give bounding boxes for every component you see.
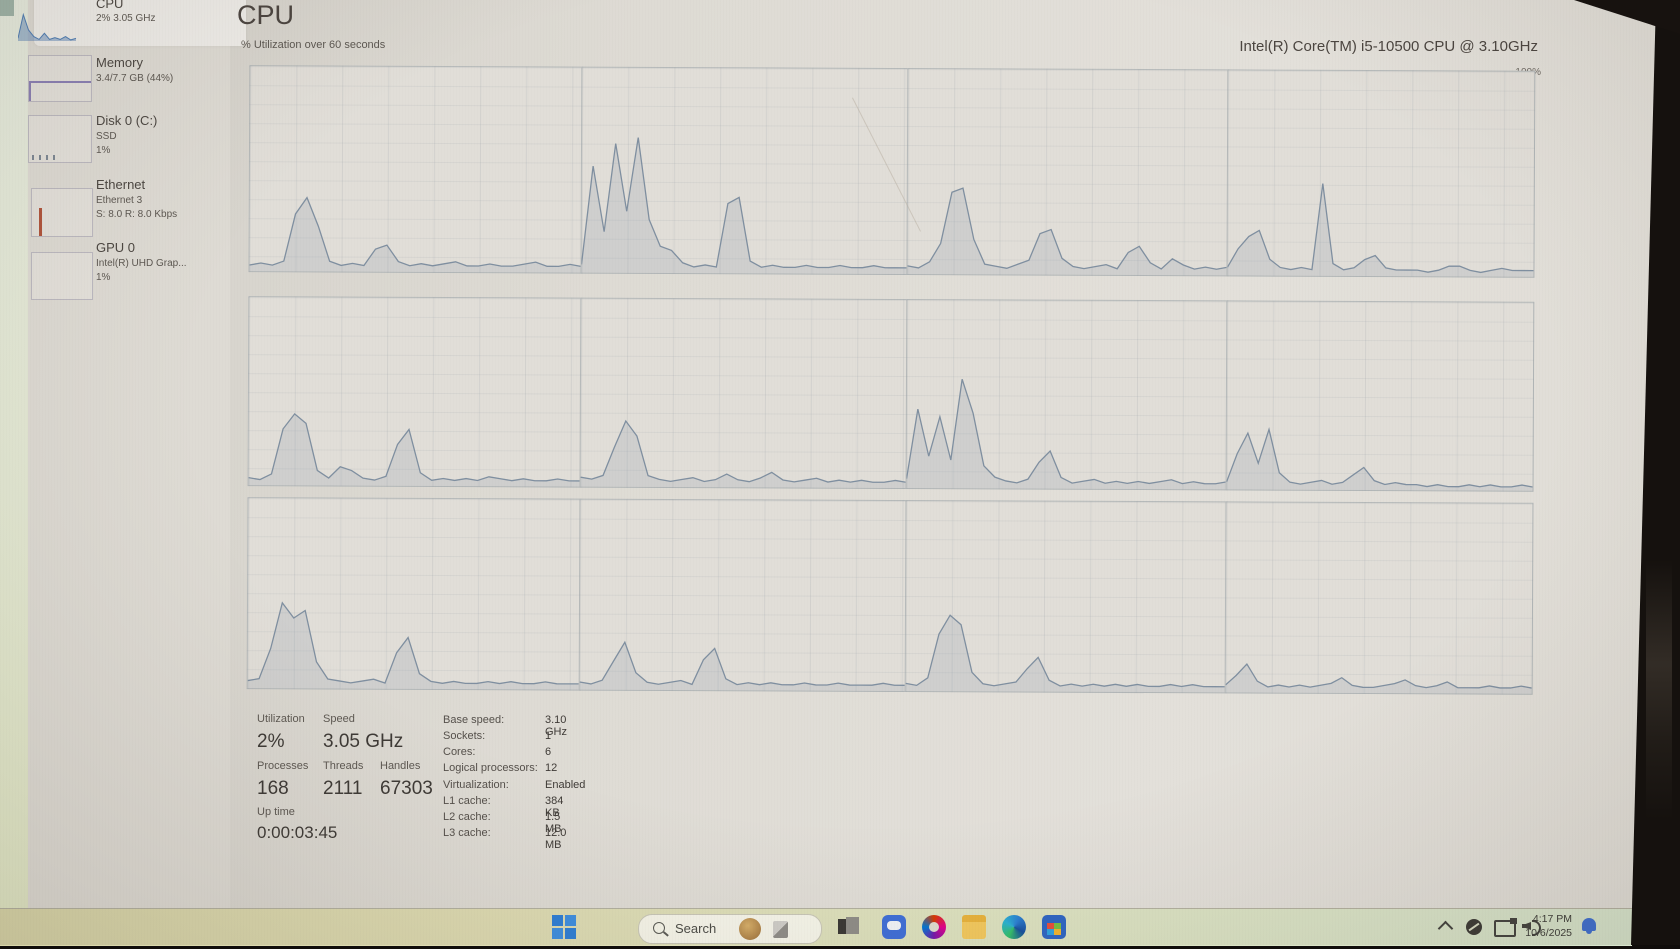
processes-value: 168 xyxy=(257,778,289,800)
stat-label: Virtualization: xyxy=(443,779,543,791)
stat-label: Logical processors: xyxy=(443,762,543,774)
handles-value: 67303 xyxy=(380,778,433,800)
stat-value: 6 xyxy=(545,746,551,758)
cpu-core-chart xyxy=(905,500,1228,693)
utilization-label: Utilization xyxy=(257,713,305,725)
stat-label: L2 cache: xyxy=(443,811,543,823)
microsoft-365-icon[interactable] xyxy=(922,915,946,939)
stat-value: Enabled xyxy=(545,779,585,791)
cpu-core-chart xyxy=(248,65,583,273)
notification-bell-icon[interactable] xyxy=(1582,918,1596,931)
clock-date: 10/6/2025 xyxy=(1525,926,1572,940)
microsoft-store-icon[interactable] xyxy=(1042,915,1066,939)
handles-label: Handles xyxy=(380,760,420,772)
stat-label: L3 cache: xyxy=(443,827,543,839)
cpu-core-chart xyxy=(1226,69,1535,277)
processes-label: Processes xyxy=(257,760,308,772)
stat-label: Cores: xyxy=(443,746,543,758)
stat-value: 12.0 MB xyxy=(545,827,566,851)
bezel-reflection xyxy=(1646,560,1672,820)
cpu-core-chart xyxy=(579,499,908,692)
stat-value: 1 xyxy=(545,730,551,742)
cpu-core-chart xyxy=(248,296,583,487)
clock-time: 4:17 PM xyxy=(1525,912,1572,926)
stat-value: 12 xyxy=(545,762,557,774)
cpu-core-chart xyxy=(247,497,582,690)
speed-value: 3.05 GHz xyxy=(323,731,403,753)
cpu-core-chart xyxy=(906,68,1229,276)
chat-icon[interactable] xyxy=(882,915,906,939)
cpu-core-chart xyxy=(1226,300,1535,491)
taskbar-clock[interactable]: 4:17 PM 10/6/2025 xyxy=(1525,912,1572,940)
monitor-screen: CPU 2% 3.05 GHz Memory 3.4/7.7 GB (44%) … xyxy=(0,0,1680,945)
search-highlight-avatar xyxy=(739,918,761,940)
cpu-core-chart xyxy=(906,299,1229,490)
cast-display-icon[interactable] xyxy=(1494,920,1516,937)
edge-browser-icon[interactable] xyxy=(1002,915,1026,939)
tray-chevron-up-icon[interactable] xyxy=(1438,921,1454,937)
stat-label: L1 cache: xyxy=(443,795,543,807)
utilization-value: 2% xyxy=(257,731,284,753)
task-view-button[interactable] xyxy=(838,915,862,939)
threads-label: Threads xyxy=(323,760,363,772)
start-button[interactable] xyxy=(552,915,576,939)
cpu-core-chart xyxy=(580,67,909,275)
threads-value: 2111 xyxy=(323,778,362,800)
speed-label: Speed xyxy=(323,713,355,725)
file-explorer-icon[interactable] xyxy=(962,915,986,939)
uptime-label: Up time xyxy=(257,806,295,818)
stat-label: Sockets: xyxy=(443,730,543,742)
search-icon xyxy=(653,922,665,934)
cpu-core-chart xyxy=(1225,501,1534,694)
taskbar: Search 4:17 PM 10/6/2025 xyxy=(0,908,1632,946)
stat-label: Base speed: xyxy=(443,714,543,726)
uptime-value: 0:00:03:45 xyxy=(257,823,337,843)
search-placeholder: Search xyxy=(675,921,716,936)
cpu-core-chart xyxy=(580,298,909,489)
network-globe-icon[interactable] xyxy=(1466,919,1482,935)
search-highlight-icon xyxy=(773,921,788,938)
cpu-core-grid[interactable] xyxy=(0,0,1680,949)
search-input[interactable]: Search xyxy=(638,914,822,944)
